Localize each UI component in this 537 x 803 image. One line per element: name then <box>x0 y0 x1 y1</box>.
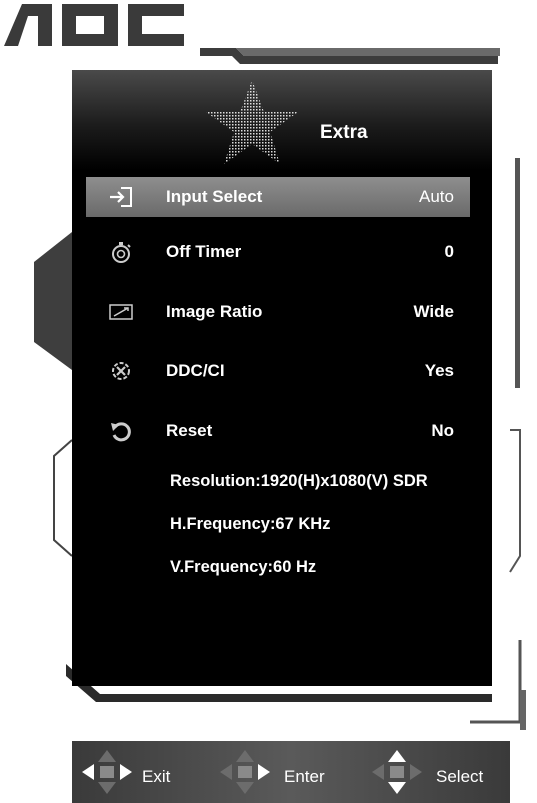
menu-item-input-select[interactable]: Input Select Auto <box>86 177 470 217</box>
menu-item-value: Wide <box>413 302 454 321</box>
menu-item-image-ratio[interactable]: Image Ratio Wide <box>86 292 470 332</box>
menu-item-label: Input Select <box>166 187 263 206</box>
select-label: Select <box>436 767 484 786</box>
image-ratio-icon <box>109 304 133 320</box>
exit-hint[interactable]: Exit <box>78 741 198 803</box>
osd-title: Extra <box>320 122 368 143</box>
dpad-left-icon <box>82 750 132 794</box>
menu-item-ddc-ci[interactable]: DDC/CI Yes <box>86 351 470 391</box>
input-source-icon <box>110 187 132 207</box>
ddc-ci-icon <box>112 362 130 380</box>
osd-header: Extra <box>72 70 492 170</box>
stopwatch-icon <box>112 242 131 263</box>
enter-hint[interactable]: Enter <box>216 741 346 803</box>
exit-label: Exit <box>142 767 171 786</box>
osd-panel: Extra Input Select Auto Off Timer 0 Imag… <box>72 70 492 686</box>
menu-item-value: Auto <box>419 187 454 206</box>
menu-item-off-timer[interactable]: Off Timer 0 <box>86 232 470 272</box>
dpad-updown-icon <box>372 750 422 794</box>
menu-item-reset[interactable]: Reset No <box>86 411 470 451</box>
menu-item-label: Off Timer <box>166 242 242 261</box>
h-frequency-info: H.Frequency:67 KHz <box>170 515 331 533</box>
menu-item-value: No <box>431 421 454 440</box>
star-icon <box>206 80 298 164</box>
key-hint-bar: Exit Enter Select <box>72 741 510 803</box>
menu-item-label: Image Ratio <box>166 302 263 321</box>
select-hint[interactable]: Select <box>368 741 508 803</box>
reset-icon <box>111 422 131 442</box>
menu-item-value: 0 <box>444 242 454 261</box>
menu-item-label: Reset <box>166 421 213 440</box>
menu-item-label: DDC/CI <box>166 361 225 380</box>
dpad-right-icon <box>220 750 270 794</box>
resolution-info: Resolution:1920(H)x1080(V) SDR <box>170 472 428 490</box>
v-frequency-info: V.Frequency:60 Hz <box>170 558 317 576</box>
enter-label: Enter <box>284 767 325 786</box>
menu-item-value: Yes <box>424 361 454 380</box>
